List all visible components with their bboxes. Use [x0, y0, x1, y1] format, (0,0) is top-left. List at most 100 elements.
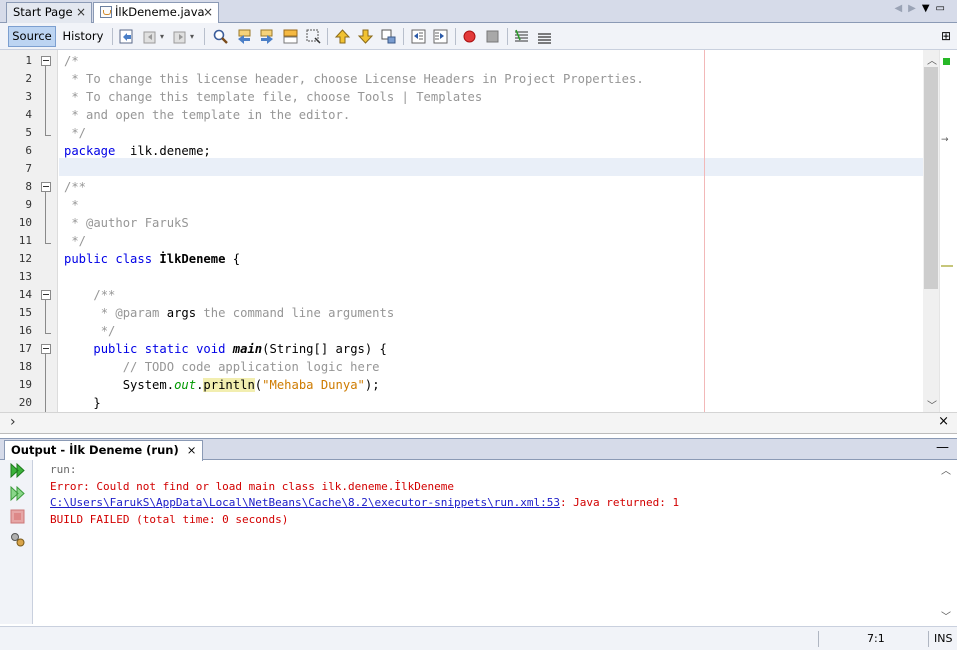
code-line[interactable]: /*	[64, 52, 79, 70]
fold-toggle-icon[interactable]	[41, 56, 51, 66]
code-editor[interactable]: 1 2 3 4 5 6 7 8 9 10 11 12 13 14 15 16 17 18 19 20 /* * To …	[0, 50, 957, 414]
scroll-down-icon[interactable]: ﹀	[941, 608, 951, 623]
tab-list-dropdown-icon[interactable]: ▼	[922, 3, 936, 14]
back-icon[interactable]	[142, 28, 159, 45]
toggle-highlight-icon[interactable]	[282, 28, 299, 45]
editor-scroll-thumb[interactable]	[924, 67, 938, 289]
warning-stripe-mark[interactable]	[941, 265, 953, 267]
tab-ilkdeneme-java[interactable]: İlkDeneme.java ×	[93, 2, 219, 24]
line-number: 4	[25, 108, 32, 121]
close-icon[interactable]: ×	[938, 414, 949, 429]
line-number: 10	[18, 216, 32, 229]
find-icon[interactable]	[212, 28, 229, 45]
line-number: 2	[25, 72, 32, 85]
code-line[interactable]: package i̇lk.deneme;	[64, 142, 211, 160]
code-token: * and open the template in the editor.	[64, 108, 351, 122]
line-number: 15	[18, 306, 32, 319]
chevron-down-icon[interactable]: ▾	[190, 28, 198, 45]
code-line[interactable]: public static void main(String[] args) {	[64, 340, 387, 358]
code-line[interactable]: */	[64, 322, 116, 340]
code-line[interactable]: */	[64, 124, 86, 142]
error-stripe[interactable]	[939, 50, 957, 412]
tab-navigation[interactable]: ◀▶▼▭	[894, 3, 951, 14]
shift-right-icon[interactable]	[432, 28, 449, 45]
rerun-icon[interactable]	[9, 462, 26, 479]
code-line[interactable]: * @param args the command line arguments	[64, 304, 395, 322]
line-number: 8	[25, 180, 32, 193]
code-line[interactable]: * and open the template in the editor.	[64, 106, 350, 124]
fold-toggle-icon[interactable]	[41, 182, 51, 192]
find-next-icon[interactable]	[258, 28, 275, 45]
history-button[interactable]: History	[59, 26, 107, 47]
code-line[interactable]: *	[64, 196, 78, 214]
close-icon[interactable]: ×	[203, 3, 213, 22]
code-line[interactable]: */	[64, 232, 86, 250]
last-edit-icon[interactable]	[118, 28, 135, 45]
minimize-icon[interactable]: —	[936, 440, 949, 455]
settings-icon[interactable]	[9, 531, 26, 548]
line-number: 16	[18, 324, 32, 337]
stop-macro-recording-icon[interactable]	[484, 28, 501, 45]
code-token: );	[364, 378, 380, 392]
code-token: // TODO code application logic here	[122, 360, 380, 374]
code-token: (String[] args) {	[262, 342, 387, 356]
expand-icon[interactable]: ⊞	[941, 29, 951, 43]
stop-icon[interactable]	[9, 508, 26, 525]
previous-bookmark-icon[interactable]	[334, 28, 351, 45]
scroll-up-icon[interactable]: ︿	[941, 462, 951, 477]
code-token: System.	[64, 378, 175, 392]
code-line[interactable]: /**	[64, 286, 115, 304]
fold-end-marker	[45, 234, 51, 244]
fold-guide	[45, 354, 46, 414]
maximize-icon[interactable]: ▭	[936, 3, 951, 14]
uncomment-icon[interactable]	[536, 28, 553, 45]
fold-end-marker	[45, 126, 51, 136]
editor-tab-bar: Start Page × İlkDeneme.java × ◀▶▼▭	[0, 0, 957, 24]
shift-left-icon[interactable]	[410, 28, 427, 45]
rerun-with-params-icon[interactable]	[9, 485, 26, 502]
next-bookmark-icon[interactable]	[357, 28, 374, 45]
code-token: main	[232, 342, 263, 356]
code-line[interactable]: }	[64, 394, 100, 412]
toggle-bookmark-icon[interactable]	[380, 28, 397, 45]
tab-start-page[interactable]: Start Page ×	[6, 2, 92, 23]
code-line[interactable]: // TODO code application logic here	[64, 358, 380, 376]
chevron-down-icon[interactable]: ▾	[160, 28, 168, 45]
tab-scroll-left-icon[interactable]: ◀	[894, 3, 908, 14]
comment-icon[interactable]	[513, 28, 530, 45]
code-token: * To change this license header, choose …	[64, 72, 644, 86]
tab-scroll-right-icon[interactable]: ▶	[908, 3, 922, 14]
scroll-up-icon[interactable]: ︿	[927, 52, 937, 67]
tab-output[interactable]: Output - İlk Deneme (run) ×	[4, 440, 204, 461]
code-line[interactable]: * To change this license header, choose …	[64, 70, 644, 88]
code-token: the command line arguments	[196, 306, 395, 320]
source-button[interactable]: Source	[8, 26, 56, 47]
chevron-right-icon[interactable]: ›	[10, 414, 16, 430]
forward-icon[interactable]	[172, 28, 189, 45]
code-token: * To change this template file, choose T…	[64, 90, 483, 104]
scroll-down-icon[interactable]: ﹀	[927, 397, 937, 412]
code-line[interactable]: /**	[64, 178, 86, 196]
run-xml-link[interactable]: C:\Users\FarukS\AppData\Local\NetBeans\C…	[50, 496, 560, 509]
current-line-highlight	[59, 158, 923, 176]
code-line[interactable]: public class İlkDeneme {	[64, 250, 240, 268]
code-token: "Mehaba Dunya"	[262, 378, 365, 392]
line-number: 9	[25, 198, 32, 211]
fold-toggle-icon[interactable]	[41, 344, 51, 354]
no-errors-icon	[943, 58, 950, 65]
output-vertical-scrollbar[interactable]: ︿ ﹀	[939, 460, 955, 624]
code-line[interactable]: * To change this template file, choose T…	[64, 88, 482, 106]
toggle-rect-selection-icon[interactable]	[305, 28, 322, 45]
code-token: /**	[64, 180, 87, 194]
output-console[interactable]: run: Error: Could not find or load main c…	[50, 462, 679, 528]
close-icon[interactable]: ×	[76, 3, 86, 22]
start-macro-recording-icon[interactable]	[461, 28, 478, 45]
find-previous-icon[interactable]	[236, 28, 253, 45]
code-line[interactable]: * @author FarukS	[64, 214, 188, 232]
close-icon[interactable]: ×	[187, 443, 197, 457]
code-line[interactable]: System.out.println("Mehaba Dunya");	[64, 376, 380, 394]
insert-mode[interactable]: INS	[934, 632, 952, 645]
fold-toggle-icon[interactable]	[41, 290, 51, 300]
